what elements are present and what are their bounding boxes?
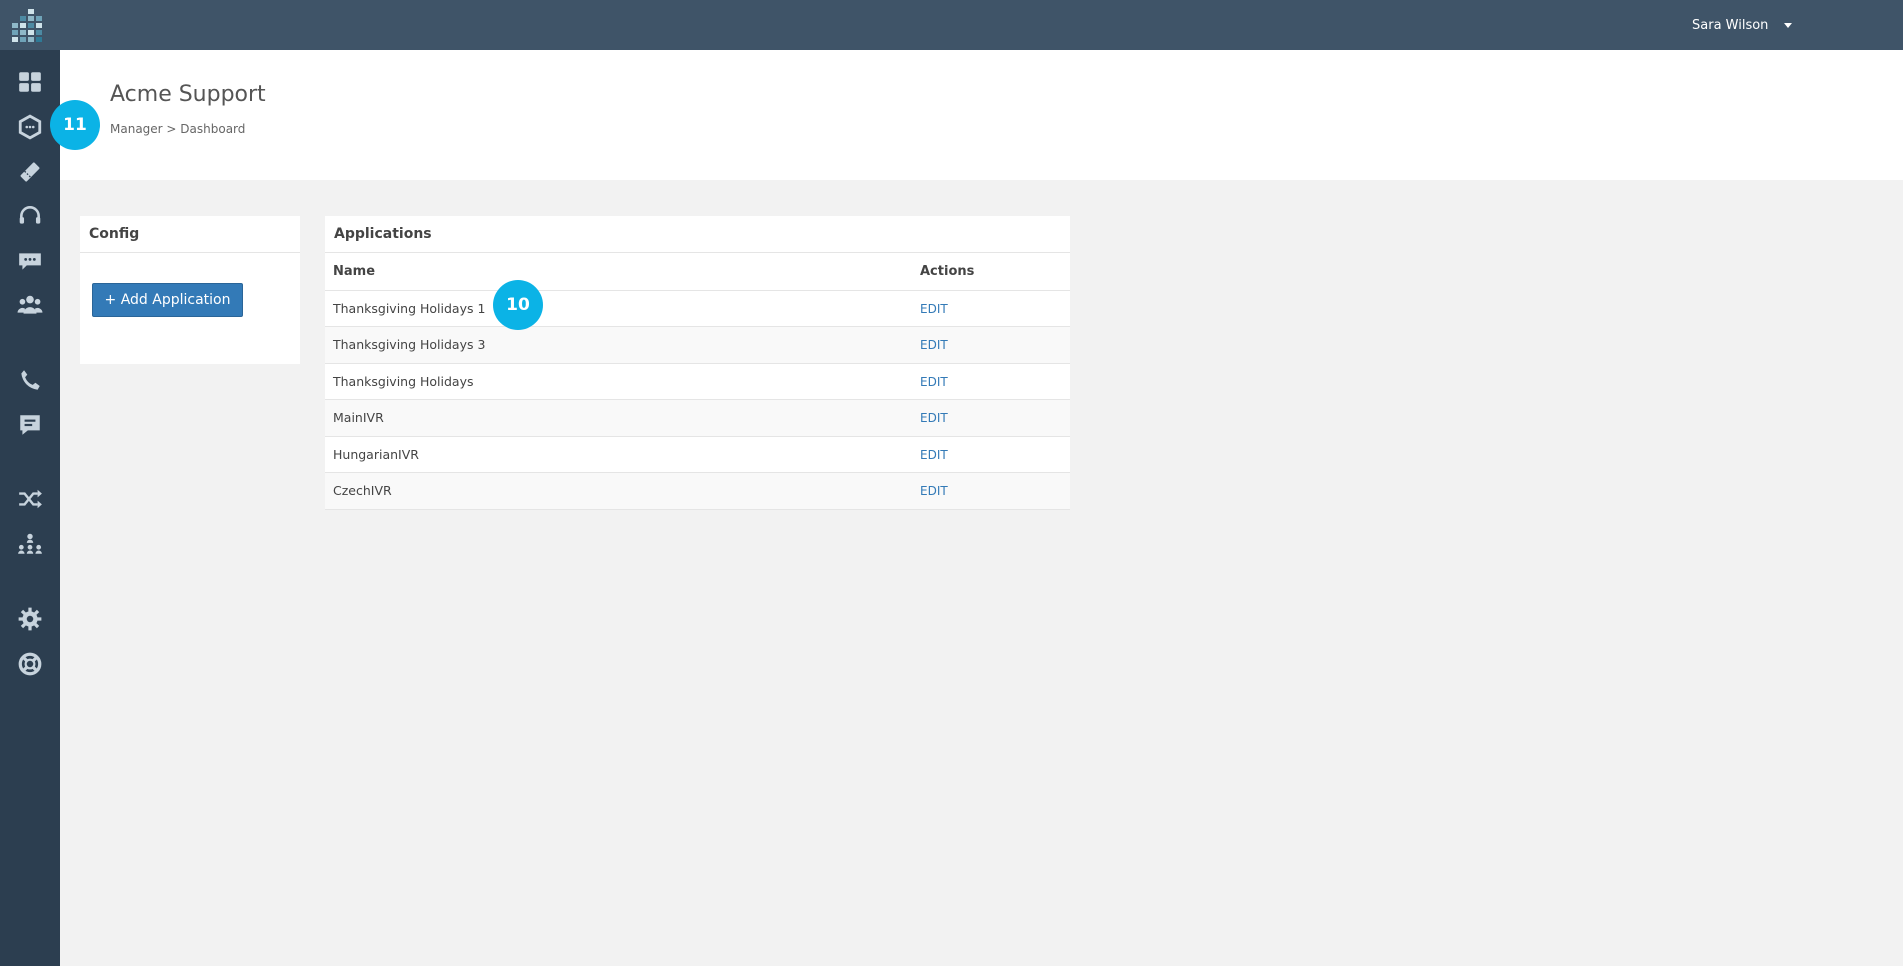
users-icon [17, 295, 43, 314]
applications-table: Name Actions Thanksgiving Holidays 1 EDI… [325, 253, 1070, 510]
application-name: CzechIVR [325, 472, 912, 510]
edit-link[interactable]: EDIT [920, 411, 948, 425]
logo-icon[interactable] [12, 9, 48, 43]
sidebar-item-calls[interactable] [14, 364, 46, 396]
table-row: HungarianIVR EDIT [325, 436, 1070, 473]
dashboard-icon [19, 72, 41, 92]
column-header-name[interactable]: Name [325, 253, 912, 291]
table-row: MainIVR EDIT [325, 399, 1070, 437]
gear-icon [18, 607, 42, 631]
application-name: MainIVR [325, 399, 912, 437]
edit-link[interactable]: EDIT [920, 448, 948, 462]
edit-link[interactable]: EDIT [920, 484, 948, 498]
sidebar-item-settings[interactable] [14, 603, 46, 635]
sidebar-item-agents[interactable] [14, 200, 46, 232]
page-header: Acme Support Manager > Dashboard [60, 50, 1903, 180]
sidebar-item-messages[interactable] [14, 409, 46, 441]
config-panel: Config + Add Application [80, 216, 300, 364]
applications-panel-title: Applications [325, 216, 1070, 253]
breadcrumb[interactable]: Manager > Dashboard [110, 122, 245, 136]
edit-link[interactable]: EDIT [920, 375, 948, 389]
ticket-icon [20, 162, 40, 182]
edit-link[interactable]: EDIT [920, 338, 948, 352]
phone-icon [21, 370, 40, 390]
sidebar [0, 50, 60, 966]
application-name: Thanksgiving Holidays 1 [325, 290, 912, 327]
user-name: Sara Wilson [1692, 17, 1769, 33]
edit-link[interactable]: EDIT [920, 302, 948, 316]
headset-icon [19, 206, 41, 224]
config-panel-title: Config [80, 216, 300, 253]
application-name: Thanksgiving Holidays 3 [325, 326, 912, 364]
add-application-label: + Add Application [104, 292, 231, 308]
step-badge-11: 11 [50, 100, 100, 150]
sidebar-item-tickets[interactable] [14, 156, 46, 188]
sidebar-item-chat[interactable] [14, 245, 46, 277]
page-title: Acme Support [110, 82, 266, 107]
sidebar-item-help[interactable] [14, 648, 46, 680]
sidebar-item-dashboard[interactable] [14, 66, 46, 98]
sidebar-item-applications[interactable] [14, 111, 46, 143]
sidebar-item-routing[interactable] [14, 483, 46, 515]
table-row: CzechIVR EDIT [325, 472, 1070, 510]
shuffle-icon [19, 489, 42, 509]
table-header-row: Name Actions [325, 253, 1070, 291]
chevron-down-icon [1784, 22, 1793, 28]
application-name: Thanksgiving Holidays [325, 363, 912, 400]
user-menu[interactable]: Sara Wilson [1692, 15, 1793, 35]
support-icon [18, 652, 42, 676]
chat-icon [19, 253, 41, 270]
table-row: Thanksgiving Holidays 3 EDIT [325, 326, 1070, 364]
table-row: Thanksgiving Holidays 1 EDIT [325, 290, 1070, 327]
top-bar: Sara Wilson [0, 0, 1903, 50]
message-icon [20, 415, 40, 435]
application-name: HungarianIVR [325, 436, 912, 473]
column-header-actions: Actions [912, 253, 1070, 291]
table-row: Thanksgiving Holidays EDIT [325, 363, 1070, 400]
sidebar-item-hierarchy[interactable] [14, 528, 46, 560]
org-chart-icon [18, 533, 42, 554]
applications-panel: Applications Name Actions Thanksgiving H… [325, 216, 1070, 510]
hexagon-icon [18, 114, 42, 140]
sidebar-item-teams[interactable] [14, 289, 46, 321]
add-application-button[interactable]: + Add Application [92, 283, 243, 317]
step-badge-10: 10 [493, 280, 543, 330]
